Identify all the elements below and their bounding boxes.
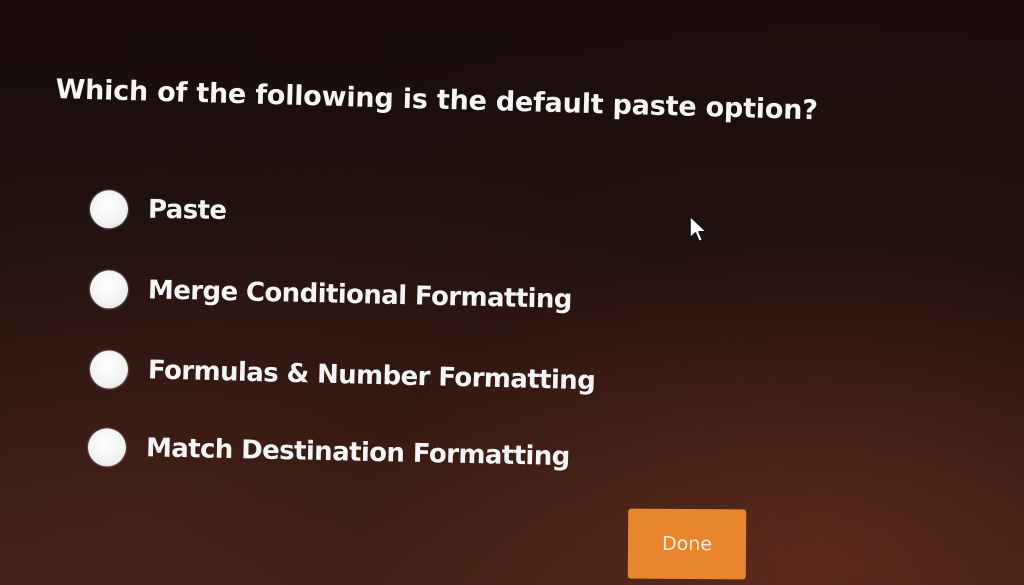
- radio-button[interactable]: [89, 270, 129, 309]
- option-merge-conditional-formatting[interactable]: Merge Conditional Formatting: [89, 270, 573, 319]
- option-label: Merge Conditional Formatting: [147, 275, 573, 315]
- done-button[interactable]: Done: [627, 508, 747, 580]
- option-match-destination-formatting[interactable]: Match Destination Formatting: [87, 428, 571, 476]
- quiz-panel: Which of the following is the default pa…: [0, 0, 1024, 585]
- radio-button[interactable]: [87, 428, 127, 467]
- mouse-pointer-icon: [689, 215, 708, 243]
- option-formulas-number-formatting[interactable]: Formulas & Number Formatting: [89, 350, 596, 400]
- option-label: Match Destination Formatting: [145, 433, 571, 473]
- radio-button[interactable]: [89, 350, 129, 389]
- question-text: Which of the following is the default pa…: [55, 74, 819, 127]
- option-label: Paste: [147, 194, 227, 226]
- option-label: Formulas & Number Formatting: [147, 355, 596, 397]
- option-paste[interactable]: Paste: [89, 190, 227, 230]
- radio-button[interactable]: [89, 190, 129, 229]
